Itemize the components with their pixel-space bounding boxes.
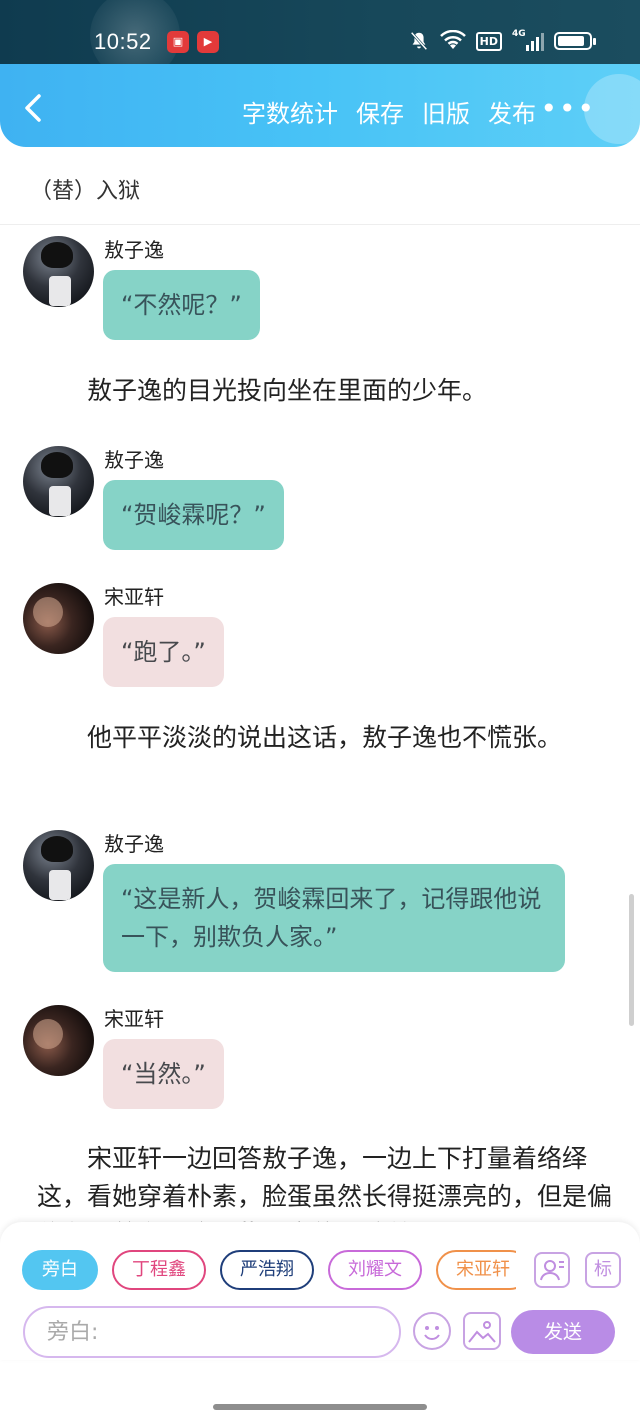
- picture-icon: [468, 1321, 496, 1343]
- role-chip[interactable]: 丁程鑫: [112, 1250, 206, 1290]
- status-icons: HD 4G: [408, 29, 596, 52]
- toolbar-actions: 字数统计 保存 旧版 发布: [242, 94, 536, 129]
- message-input-box[interactable]: [23, 1306, 401, 1358]
- editor-toolbar: 字数统计 保存 旧版 发布 •••: [0, 64, 640, 147]
- mute-bell-icon: [410, 31, 428, 51]
- story-content[interactable]: 敖子逸 “不然呢？” 敖子逸的目光投向坐在里面的少年。 敖子逸 “贺峻霖呢？” …: [0, 226, 640, 1226]
- dialog-bubble[interactable]: “贺峻霖呢？”: [103, 480, 284, 550]
- smile-icon: [424, 1326, 440, 1341]
- person-icon: [540, 1260, 564, 1281]
- back-icon[interactable]: [18, 92, 50, 124]
- add-role-icon[interactable]: [534, 1252, 570, 1288]
- avatar[interactable]: [23, 583, 94, 654]
- battery-level: [558, 36, 584, 46]
- video-app-icon: ▶: [197, 31, 219, 53]
- save-button[interactable]: 保存: [356, 94, 404, 129]
- send-button[interactable]: 发送: [511, 1310, 615, 1354]
- battery-icon: [554, 32, 596, 50]
- dialog-bubble[interactable]: “这是新人，贺峻霖回来了，记得跟他说一下，别欺负人家。”: [103, 864, 565, 972]
- narration-text[interactable]: 宋亚轩一边回答敖子逸，一边上下打量着络绎这，看她穿着朴素，脸蛋虽然长得挺漂亮的，…: [37, 1140, 612, 1226]
- narration-text[interactable]: 他平平淡淡的说出这话，敖子逸也不慌张。: [37, 719, 612, 757]
- chapter-header: （替）入狱: [0, 147, 640, 225]
- more-options-icon[interactable]: •••: [540, 95, 596, 123]
- message-input[interactable]: [25, 1308, 399, 1356]
- role-chip[interactable]: 刘耀文: [328, 1250, 422, 1290]
- speaker-name: 宋亚轩: [104, 1007, 164, 1031]
- speaker-name: 敖子逸: [104, 448, 164, 472]
- scrollbar[interactable]: [629, 894, 634, 1026]
- status-bar: 10:52 ▣ ▶ HD 4G: [0, 0, 640, 80]
- hd-badge: HD: [475, 31, 502, 51]
- app-notification-icon: ▣: [167, 31, 189, 53]
- dialog-bubble[interactable]: “跑了。”: [103, 617, 224, 687]
- status-time: 10:52: [94, 29, 152, 54]
- role-chip[interactable]: 宋亚轩: [436, 1250, 516, 1290]
- old-version-button[interactable]: 旧版: [422, 94, 470, 129]
- avatar[interactable]: [23, 236, 94, 307]
- emoji-icon[interactable]: [413, 1312, 451, 1350]
- speaker-name: 宋亚轩: [104, 585, 164, 609]
- speaker-name: 敖子逸: [104, 238, 164, 262]
- network-type: 4G: [512, 29, 526, 39]
- publish-button[interactable]: 发布: [488, 94, 536, 129]
- home-indicator[interactable]: [213, 1404, 427, 1410]
- tag-icon[interactable]: 标: [585, 1252, 621, 1288]
- role-chip-narrator[interactable]: 旁白: [22, 1250, 98, 1290]
- avatar[interactable]: [23, 830, 94, 901]
- signal-icon: 4G: [512, 29, 544, 51]
- dialog-bubble[interactable]: “当然。”: [103, 1039, 224, 1109]
- speaker-name: 敖子逸: [104, 832, 164, 856]
- wifi-icon: [439, 30, 466, 49]
- compose-panel: 旁白丁程鑫严浩翔刘耀文宋亚轩 标 发送: [0, 1222, 640, 1360]
- avatar[interactable]: [23, 1005, 94, 1076]
- dialog-bubble[interactable]: “不然呢？”: [103, 270, 260, 340]
- avatar[interactable]: [23, 446, 94, 517]
- role-selector: 旁白 丁程鑫 严浩翔 刘耀文 宋亚轩: [22, 1250, 516, 1290]
- chapter-title[interactable]: （替）入狱: [30, 173, 140, 205]
- narration-text[interactable]: 敖子逸的目光投向坐在里面的少年。: [37, 372, 612, 410]
- word-count-button[interactable]: 字数统计: [242, 94, 338, 129]
- image-icon[interactable]: [463, 1312, 501, 1350]
- role-chip[interactable]: 严浩翔: [220, 1250, 314, 1290]
